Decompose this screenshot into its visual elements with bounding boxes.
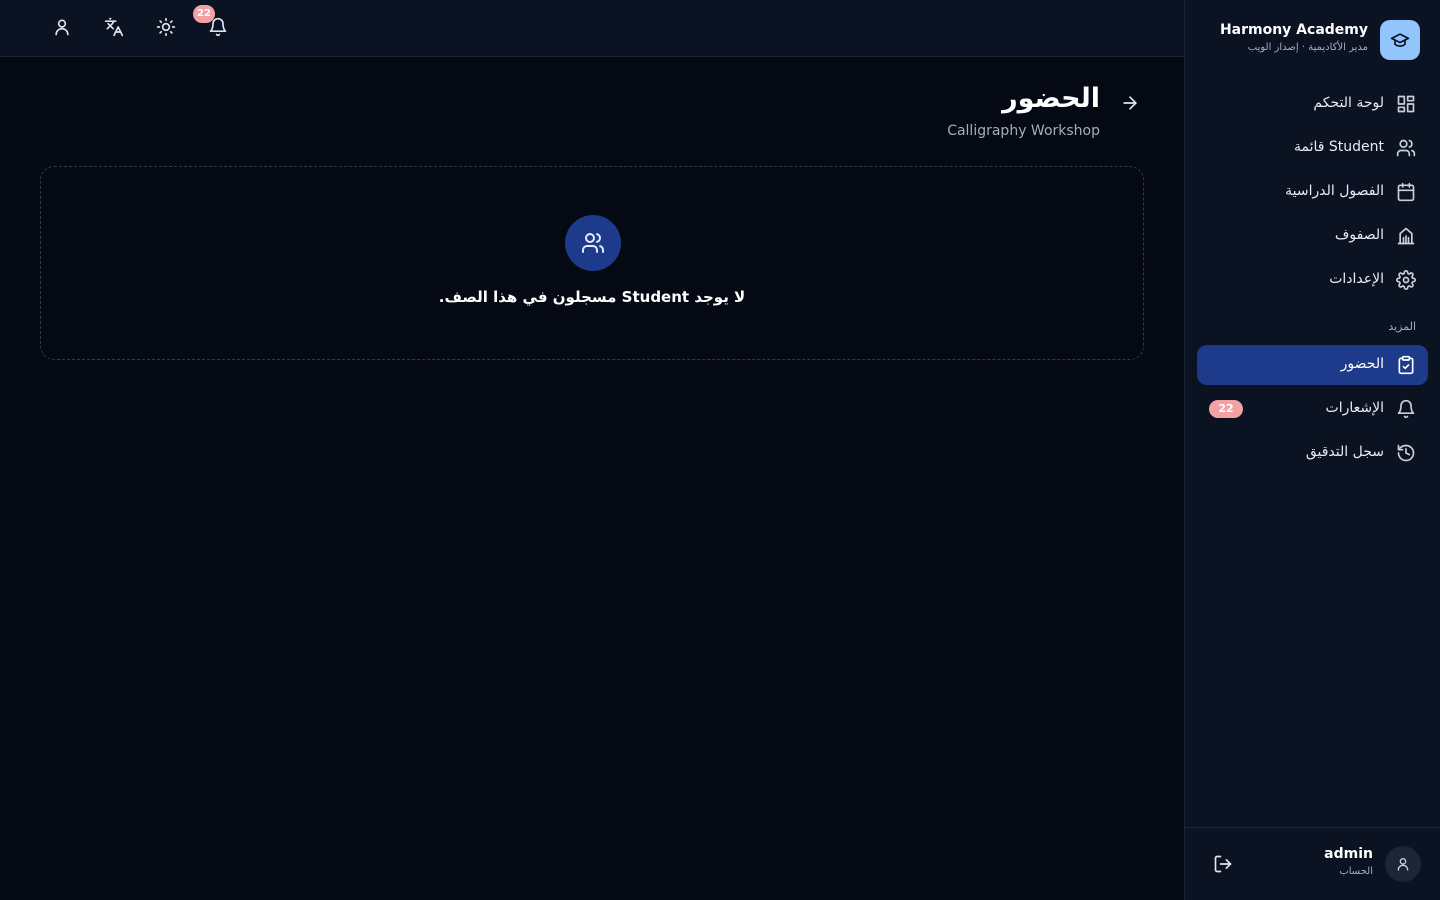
main-content: الحضور Calligraphy Workshop لا يوجد Stud… <box>0 57 1184 900</box>
sidebar-item-dashboard[interactable]: لوحة التحكم <box>1197 84 1428 124</box>
sidebar-item-label: الفصول الدراسية <box>1285 183 1384 199</box>
logout-icon <box>1214 855 1232 873</box>
building-icon <box>1396 226 1416 246</box>
profile-button[interactable] <box>49 14 75 40</box>
sidebar-item-classes[interactable]: الصفوف <box>1197 216 1428 256</box>
users-icon <box>1396 138 1416 158</box>
language-button[interactable] <box>101 14 127 40</box>
app-root: 22 الحضور Calligraphy Workshop لا يوجد S… <box>0 0 1440 900</box>
empty-state-card: لا يوجد Student مسجلون في هذا الصف. <box>40 166 1144 360</box>
translate-icon <box>104 17 124 37</box>
calendar-icon <box>1396 182 1416 202</box>
back-button[interactable] <box>1120 93 1140 113</box>
sidebar-item-label: الصفوف <box>1334 227 1384 243</box>
sidebar-item-audit-log[interactable]: سجل التدقيق <box>1197 433 1428 473</box>
users-icon <box>582 233 604 253</box>
sidebar-item-notifications[interactable]: الإشعارات 22 <box>1197 389 1428 429</box>
brand-subtitle: مدير الأكاديمية · إصدار الويب <box>1247 42 1368 53</box>
brand-name: Harmony Academy <box>1219 22 1368 38</box>
sidebar-item-label: لوحة التحكم <box>1313 95 1384 111</box>
brand-logo <box>1380 20 1420 60</box>
gear-icon <box>1396 270 1416 290</box>
sidebar-item-attendance[interactable]: الحضور <box>1197 345 1428 385</box>
sidebar-item-label: الإشعارات <box>1325 400 1384 416</box>
sidebar-item-terms[interactable]: الفصول الدراسية <box>1197 172 1428 212</box>
page-title: الحضور <box>1002 83 1100 114</box>
sun-icon <box>156 17 176 37</box>
sidebar-item-label: الحضور <box>1340 356 1384 372</box>
notification-count-badge: 22 <box>1209 400 1243 418</box>
top-bar: 22 <box>0 0 1184 57</box>
sidebar-item-label: سجل التدقيق <box>1305 444 1384 460</box>
graduation-cap-icon <box>1390 33 1410 47</box>
bell-icon <box>1396 399 1416 419</box>
sidebar-section-label: المزيد <box>1388 320 1416 333</box>
notification-count-badge: 22 <box>193 5 215 23</box>
avatar[interactable] <box>1385 846 1421 882</box>
page-subtitle: Calligraphy Workshop <box>947 123 1100 139</box>
sidebar-item-label: قائمة Student <box>1293 139 1384 155</box>
sidebar-item-students[interactable]: قائمة Student <box>1197 128 1428 168</box>
user-subtitle: الحساب <box>1339 866 1373 877</box>
sidebar-item-settings[interactable]: الإعدادات <box>1197 260 1428 300</box>
user-icon <box>55 19 69 36</box>
dashboard-icon <box>1396 94 1416 114</box>
notifications-button[interactable]: 22 <box>193 5 231 40</box>
sidebar-footer: admin الحساب <box>1185 827 1440 900</box>
arrow-right-icon <box>1123 96 1137 110</box>
sidebar: Harmony Academy مدير الأكاديمية · إصدار … <box>1184 0 1440 900</box>
empty-state-icon-circle <box>565 215 621 271</box>
user-name: admin <box>1324 846 1373 862</box>
theme-toggle[interactable] <box>153 14 179 40</box>
sidebar-item-label: الإعدادات <box>1329 271 1384 287</box>
clipboard-icon <box>1396 355 1416 375</box>
history-icon <box>1396 443 1416 463</box>
logout-button[interactable] <box>1213 854 1233 874</box>
empty-state-message: لا يوجد Student مسجلون في هذا الصف. <box>438 288 746 306</box>
user-icon <box>1397 858 1409 871</box>
